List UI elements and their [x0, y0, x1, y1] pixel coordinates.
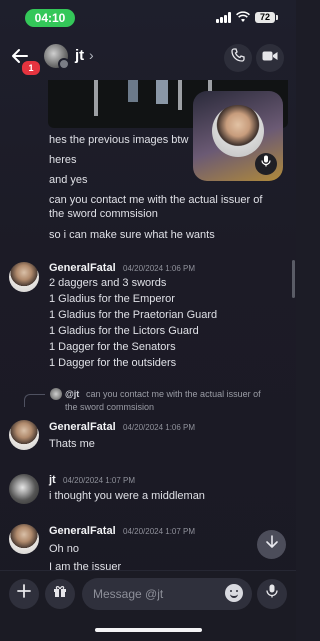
message-text: Oh no — [49, 543, 79, 555]
participant-video — [212, 105, 264, 157]
message-timestamp: 04/20/2024 1:06 PM — [123, 423, 196, 432]
sword-image-part — [178, 80, 182, 110]
reply-connector — [24, 394, 45, 407]
contact-name[interactable]: jt — [75, 47, 84, 64]
message-text: i thought you were a middleman — [49, 490, 205, 502]
message-text: heres — [49, 154, 77, 166]
message-text: Thats me — [49, 438, 95, 450]
avatar[interactable] — [44, 44, 70, 70]
sword-image-part — [156, 80, 168, 104]
battery-icon: 72 — [255, 12, 278, 23]
status-time: 04:10 — [25, 9, 75, 27]
avatar[interactable] — [9, 420, 39, 450]
username[interactable]: GeneralFatal — [49, 525, 116, 537]
microphone-icon — [266, 584, 278, 598]
username[interactable]: GeneralFatal — [49, 421, 116, 433]
reply-preview[interactable]: can you contact me with the actual issue… — [86, 389, 261, 399]
scrollbar[interactable] — [292, 260, 295, 298]
username[interactable]: jt — [49, 474, 56, 486]
emoji-icon[interactable] — [225, 584, 243, 602]
avatar[interactable] — [9, 262, 39, 292]
cellular-signal-icon — [216, 12, 234, 23]
message-text: hes the previous images btw — [49, 134, 189, 146]
message-text: 1 Gladius for the Emperor — [49, 293, 175, 305]
add-attachment-button[interactable] — [9, 579, 39, 609]
arrow-down-icon — [265, 535, 278, 548]
username[interactable]: GeneralFatal — [49, 262, 116, 274]
voice-message-button[interactable] — [257, 579, 287, 609]
status-indicator — [58, 58, 70, 70]
video-camera-icon — [262, 51, 278, 61]
microphone-icon[interactable] — [255, 153, 277, 175]
unread-badge: 1 — [21, 60, 41, 76]
message-text: the sword commsision — [49, 208, 158, 220]
message-timestamp: 04/20/2024 1:06 PM — [123, 264, 196, 273]
reply-preview[interactable]: the sword commsision — [65, 402, 154, 412]
avatar[interactable] — [9, 474, 39, 504]
jump-to-bottom-button[interactable] — [257, 530, 286, 559]
gift-icon — [54, 586, 66, 597]
video-call-button[interactable] — [256, 44, 284, 72]
plus-icon — [17, 584, 31, 598]
phone-icon — [231, 48, 245, 62]
avatar[interactable] — [9, 524, 39, 554]
sword-image-part — [94, 80, 98, 116]
message-text: 2 daggers and 3 swords — [49, 277, 167, 289]
message-text: can you contact me with the actual issue… — [49, 194, 263, 206]
video-call-pip[interactable] — [193, 91, 283, 181]
message-text: 1 Dagger for the outsiders — [49, 357, 177, 369]
status-bar: 04:10 72 — [0, 0, 296, 34]
message-timestamp: 04/20/2024 1:07 PM — [63, 476, 136, 485]
reply-avatar — [50, 388, 62, 400]
message-text: and yes — [49, 174, 88, 186]
message-text: so i can make sure what he wants — [49, 229, 215, 241]
message-text: 1 Gladius for the Praetorian Guard — [49, 309, 218, 321]
chevron-right-icon[interactable]: › — [89, 47, 94, 63]
message-text: 1 Dagger for the Senators — [49, 341, 176, 353]
message-timestamp: 04/20/2024 1:07 PM — [123, 527, 196, 536]
home-indicator — [95, 628, 202, 632]
sword-image-part — [128, 80, 138, 102]
message-text: 1 Gladius for the Lictors Guard — [49, 325, 199, 337]
call-button[interactable] — [224, 44, 252, 72]
gift-button[interactable] — [45, 579, 75, 609]
chat-header: 1 jt › — [0, 34, 296, 80]
wifi-icon — [236, 11, 250, 22]
reply-author[interactable]: @jt — [65, 389, 79, 399]
